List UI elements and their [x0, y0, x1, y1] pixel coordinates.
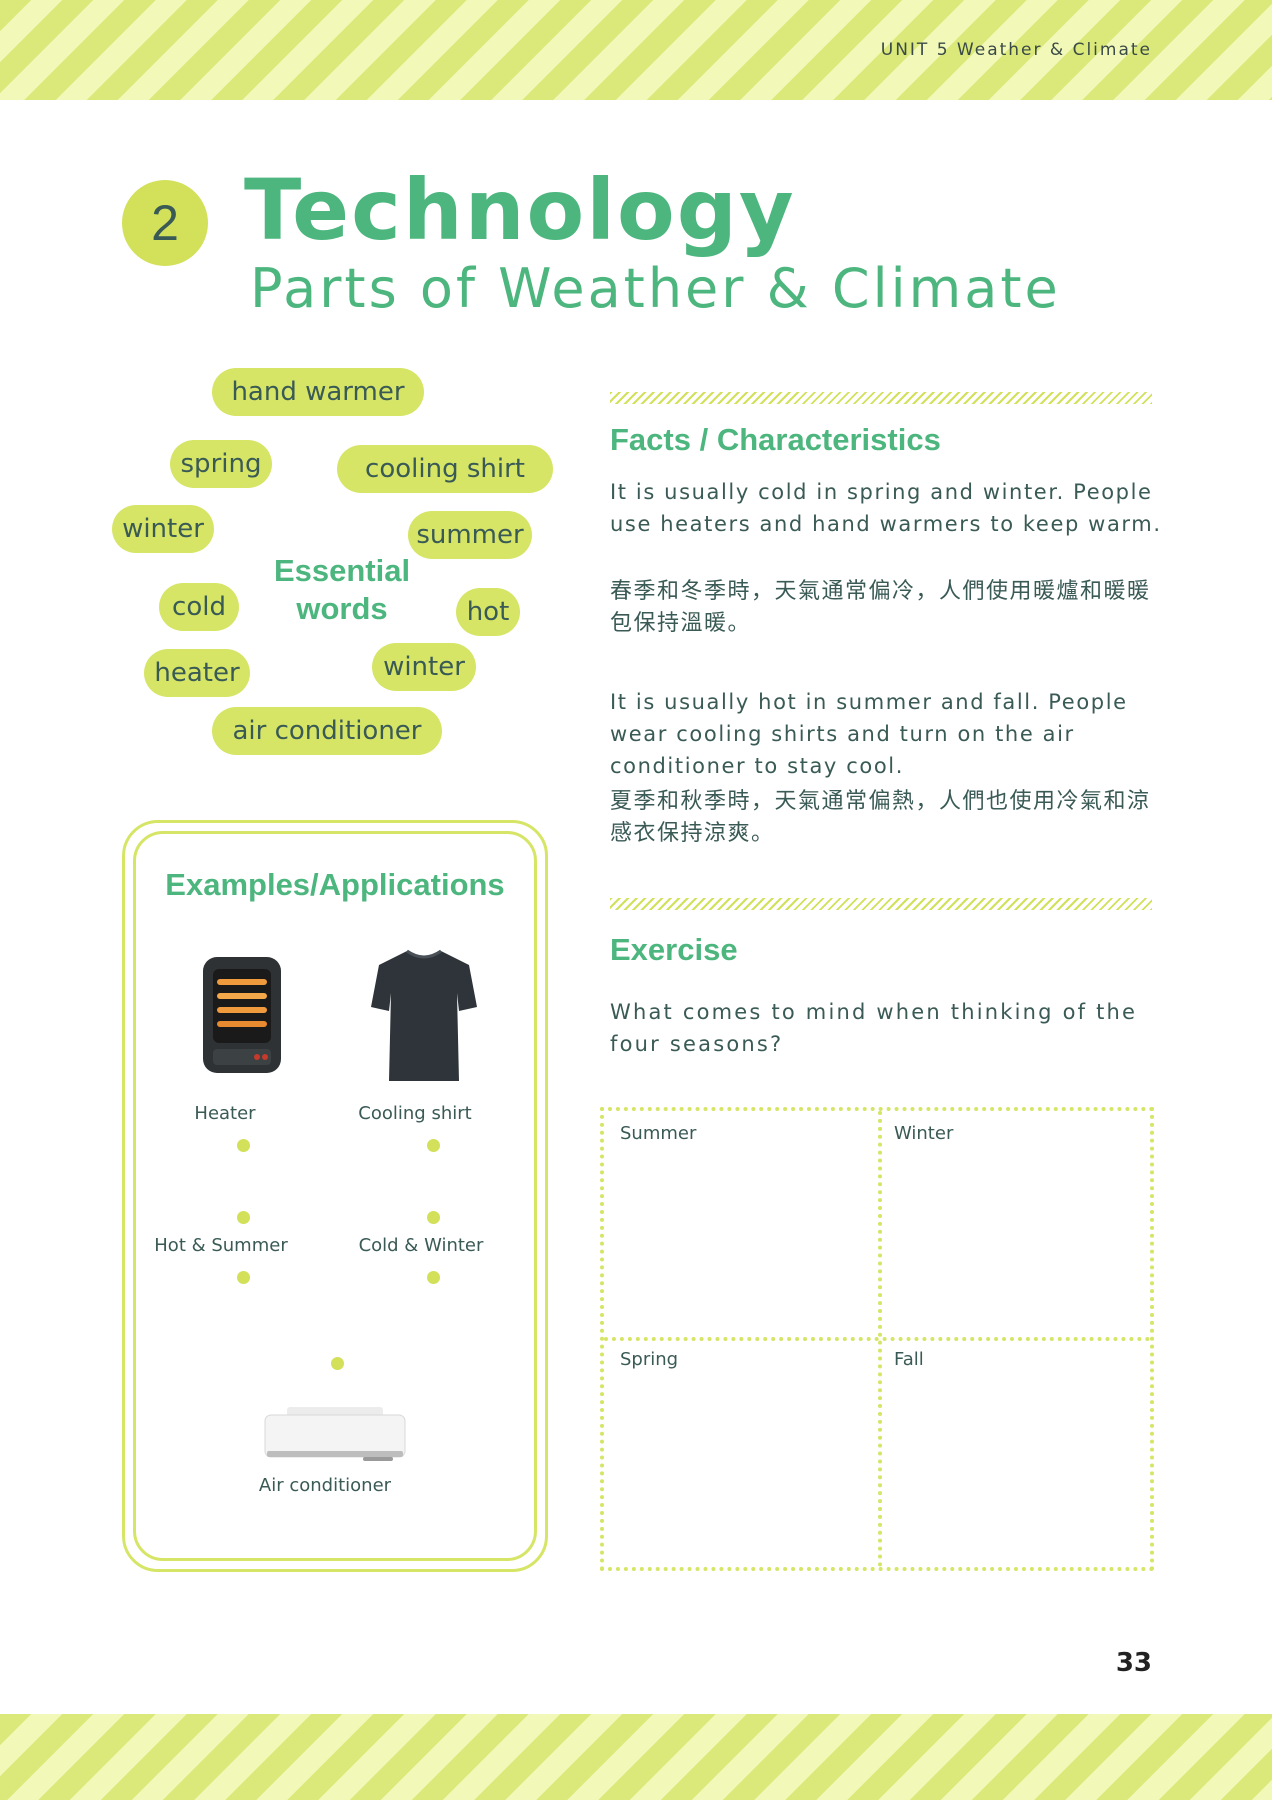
- lesson-number-badge: 2: [122, 180, 208, 266]
- box-label-winter: Winter: [894, 1123, 954, 1144]
- bottom-stripe-band: [0, 1714, 1272, 1800]
- word-pill: hand warmer: [212, 368, 424, 416]
- match-dot[interactable]: [237, 1211, 250, 1224]
- box-label-spring: Spring: [620, 1349, 679, 1370]
- example-label-cooling-shirt: Cooling shirt: [358, 1103, 472, 1124]
- facts-paragraph-2-zh: 夏季和秋季時，天氣通常偏熱，人們也使用冷氣和涼感衣保持涼爽。: [610, 789, 1151, 846]
- word-pill: hot: [456, 588, 520, 636]
- match-dot[interactable]: [427, 1271, 440, 1284]
- facts-heading: Facts / Characteristics: [610, 422, 941, 457]
- heater-icon: [199, 953, 285, 1079]
- examples-card: Examples/Applications Heater Cooling shi…: [122, 820, 548, 1572]
- match-label-hot-summer: Hot & Summer: [154, 1235, 288, 1256]
- page-subtitle: Parts of Weather & Climate: [250, 257, 1061, 320]
- section-divider: [610, 392, 1152, 404]
- word-pill: cooling shirt: [337, 445, 553, 493]
- answer-area-spring[interactable]: [610, 1381, 872, 1565]
- match-dot[interactable]: [427, 1211, 440, 1224]
- essential-words-heading: Essential words: [273, 553, 411, 626]
- box-label-summer: Summer: [620, 1123, 697, 1144]
- section-divider: [610, 898, 1152, 910]
- page-number: 33: [1115, 1648, 1152, 1678]
- match-dot[interactable]: [237, 1139, 250, 1152]
- air-conditioner-icon: [263, 1405, 407, 1465]
- facts-paragraph-1-zh: 春季和冬季時，天氣通常偏冷，人們使用暖爐和暖暖包保持溫暖。: [610, 579, 1151, 636]
- grid-divider: [604, 1337, 1150, 1341]
- answer-area-fall[interactable]: [888, 1381, 1150, 1565]
- page-title: Technology: [244, 161, 796, 259]
- match-dot[interactable]: [427, 1139, 440, 1152]
- word-pill: winter: [112, 505, 214, 553]
- seasons-grid: Summer Winter Spring Fall: [600, 1107, 1154, 1571]
- examples-card-title: Examples/Applications: [165, 867, 505, 902]
- word-pill: cold: [159, 583, 239, 631]
- match-dot[interactable]: [237, 1271, 250, 1284]
- example-label-heater: Heater: [194, 1103, 256, 1124]
- word-pill: heater: [144, 649, 250, 697]
- word-pill: spring: [170, 440, 272, 488]
- exercise-question: What comes to mind when thinking of the …: [610, 1000, 1138, 1056]
- word-pill: winter: [372, 643, 476, 691]
- match-label-cold-winter: Cold & Winter: [358, 1235, 484, 1256]
- answer-area-winter[interactable]: [888, 1155, 1150, 1331]
- match-dot[interactable]: [331, 1357, 344, 1370]
- word-pill: summer: [408, 511, 532, 559]
- answer-area-summer[interactable]: [610, 1155, 872, 1331]
- box-label-fall: Fall: [894, 1349, 924, 1370]
- word-pill: air conditioner: [212, 707, 442, 755]
- unit-header: UNIT 5 Weather & Climate: [880, 40, 1152, 60]
- exercise-heading: Exercise: [610, 932, 738, 967]
- shirt-icon: [369, 945, 479, 1085]
- facts-paragraph-2-en: It is usually hot in summer and fall. Pe…: [610, 690, 1128, 778]
- example-label-air-conditioner: Air conditioner: [258, 1475, 392, 1496]
- facts-paragraph-1-en: It is usually cold in spring and winter.…: [610, 480, 1162, 536]
